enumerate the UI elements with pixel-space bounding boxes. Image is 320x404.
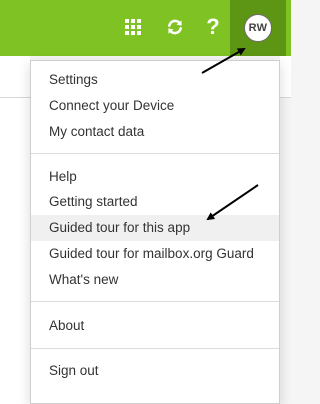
panel-divider-right [280, 97, 291, 98]
avatar: RW [244, 14, 272, 42]
account-button[interactable]: RW [230, 0, 286, 56]
refresh-button[interactable] [160, 10, 190, 44]
menu-item-sign-out[interactable]: Sign out [31, 358, 279, 384]
menu-divider [31, 153, 279, 154]
menu-item-guided-tour-app[interactable]: Guided tour for this app [31, 215, 279, 241]
menu-item-guided-tour-guard[interactable]: Guided tour for mailbox.org Guard [31, 241, 279, 267]
help-button[interactable]: ? [199, 10, 227, 44]
panel-divider [0, 97, 30, 98]
help-icon: ? [206, 14, 220, 39]
menu-item-about[interactable]: About [31, 313, 279, 339]
menu-item-help[interactable]: Help [31, 164, 279, 190]
top-bar: ? RW [0, 0, 291, 56]
menu-item-settings[interactable]: Settings [31, 67, 279, 93]
menu-item-getting-started[interactable]: Getting started [31, 189, 279, 215]
apps-grid-icon [125, 19, 141, 35]
left-panel [0, 56, 30, 404]
refresh-icon [168, 19, 182, 35]
menu-divider [31, 301, 279, 302]
account-dropdown-menu: Settings Connect your Device My contact … [30, 60, 280, 404]
menu-item-connect-device[interactable]: Connect your Device [31, 93, 279, 119]
menu-item-contact-data[interactable]: My contact data [31, 119, 279, 145]
menu-divider [31, 348, 279, 349]
menu-item-whats-new[interactable]: What's new [31, 267, 279, 293]
apps-button[interactable] [118, 10, 148, 44]
right-panel [280, 56, 291, 97]
